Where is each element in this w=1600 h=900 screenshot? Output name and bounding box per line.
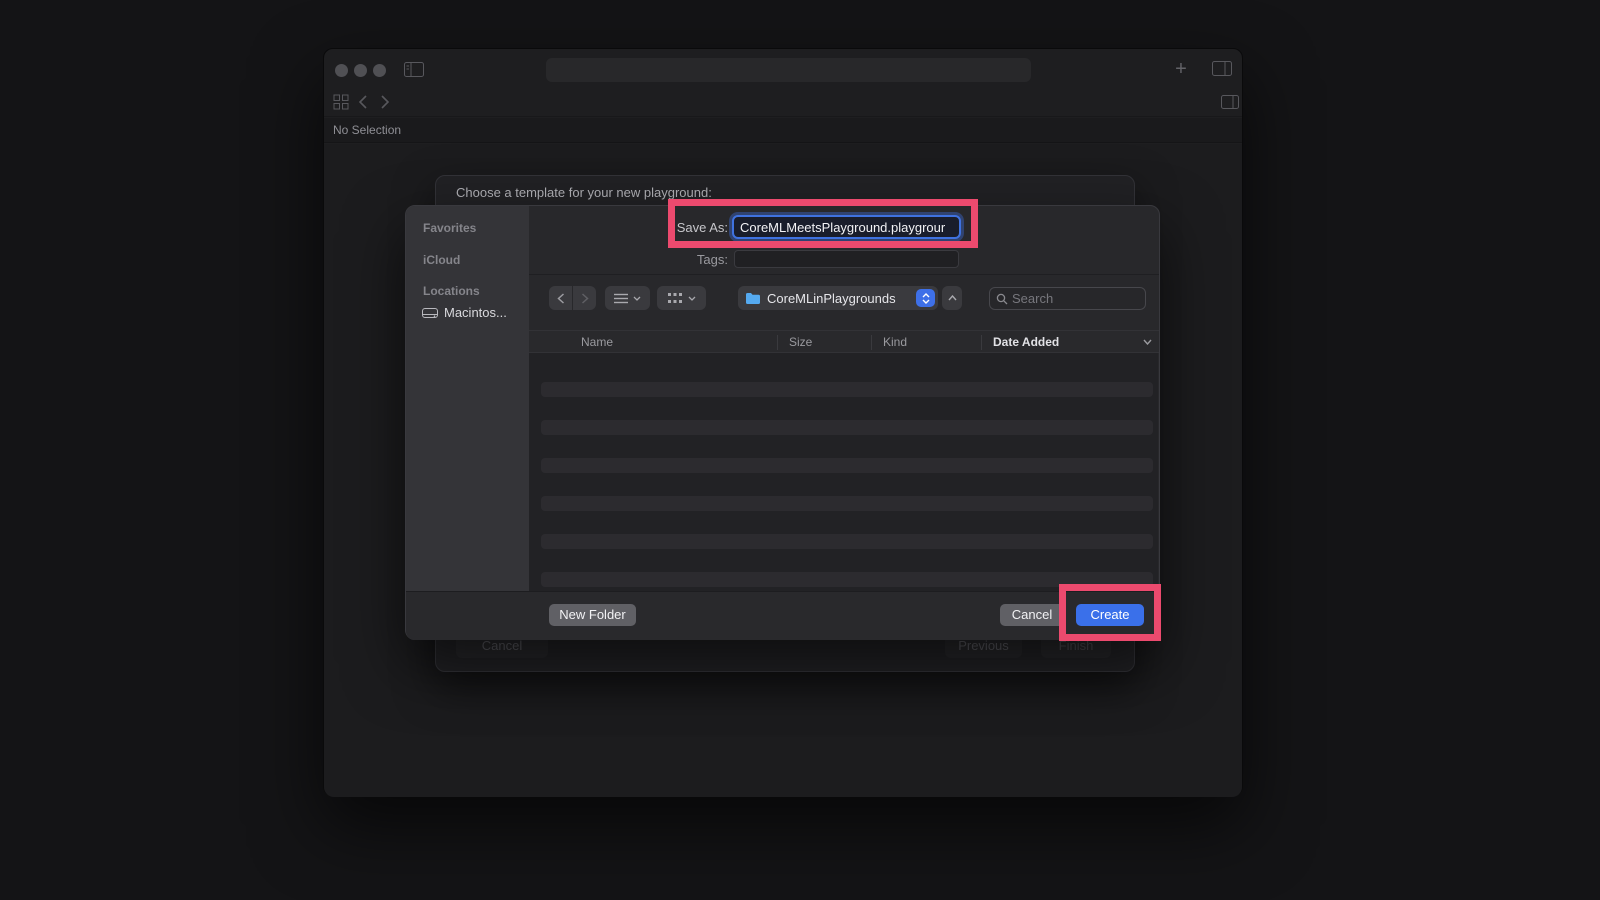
create-button[interactable]: Create: [1076, 604, 1144, 626]
search-icon: [996, 293, 1008, 305]
tags-input[interactable]: [734, 250, 959, 268]
sidebar-toggle-icon[interactable]: [404, 62, 424, 77]
forward-icon[interactable]: [380, 95, 390, 109]
folder-popup[interactable]: CoreMLinPlaygrounds: [738, 286, 938, 310]
list-row: [541, 458, 1153, 473]
forward-button[interactable]: [573, 286, 596, 310]
column-header-size[interactable]: Size: [789, 335, 812, 349]
close-button[interactable]: [335, 64, 348, 77]
list-view-button[interactable]: [605, 286, 650, 310]
inspector-toggle-icon[interactable]: [1221, 95, 1239, 109]
list-row: [541, 572, 1153, 587]
add-tab-icon[interactable]: +: [1172, 57, 1190, 81]
minimize-button[interactable]: [354, 64, 367, 77]
sheet-title: Choose a template for your new playgroun…: [456, 185, 712, 200]
folder-popup-label: CoreMLinPlaygrounds: [767, 290, 896, 306]
popup-stepper-icon: [916, 289, 935, 307]
title-bar: +: [324, 49, 1242, 89]
library-panel-icon[interactable]: [1212, 61, 1232, 76]
sort-chevron-icon[interactable]: [1143, 339, 1152, 345]
related-items-icon[interactable]: [333, 94, 349, 110]
cancel-button[interactable]: Cancel: [1000, 604, 1064, 626]
save-panel: Favorites iCloud Locations Macintos... S…: [405, 205, 1188, 640]
group-view-button[interactable]: [657, 286, 706, 310]
jump-bar: [324, 89, 1242, 117]
save-panel-footer: New Folder Cancel Create: [406, 591, 1159, 640]
save-as-input[interactable]: [732, 215, 961, 239]
column-header-kind[interactable]: Kind: [883, 335, 907, 349]
chevron-down-icon: [688, 296, 696, 301]
collapse-button[interactable]: [942, 286, 962, 310]
column-divider[interactable]: [981, 335, 982, 350]
group-view-icon: [667, 292, 683, 304]
sidebar-section-favorites: Favorites: [423, 221, 477, 235]
new-folder-button[interactable]: New Folder: [549, 604, 636, 626]
back-button[interactable]: [549, 286, 572, 310]
nav-buttons: [549, 286, 596, 310]
save-as-label: Save As:: [676, 220, 728, 235]
zoom-button[interactable]: [373, 64, 386, 77]
column-divider[interactable]: [871, 335, 872, 350]
column-header-name[interactable]: Name: [581, 335, 613, 349]
list-row: [541, 420, 1153, 435]
save-panel-sidebar: Favorites iCloud Locations Macintos...: [406, 206, 529, 639]
list-row: [541, 496, 1153, 511]
search-input[interactable]: [1012, 291, 1188, 306]
breadcrumb-bar: No Selection: [324, 118, 1242, 143]
list-row: [541, 382, 1153, 397]
file-list[interactable]: [529, 353, 1158, 591]
search-field[interactable]: [989, 287, 1188, 310]
back-icon[interactable]: [358, 95, 368, 109]
folder-icon: [745, 292, 761, 305]
sidebar-section-icloud: iCloud: [423, 253, 461, 267]
activity-view: [546, 58, 1031, 82]
hard-drive-icon: [422, 307, 438, 319]
list-row: [541, 534, 1153, 549]
chevron-down-icon: [633, 296, 641, 301]
list-header: Name Size Kind Date Added: [529, 330, 1159, 353]
column-divider[interactable]: [777, 335, 778, 350]
list-view-icon: [614, 293, 628, 304]
sidebar-section-locations: Locations: [423, 284, 480, 298]
breadcrumb: No Selection: [333, 123, 402, 137]
divider: [529, 274, 1159, 275]
sidebar-item-macintosh-hd[interactable]: Macintos...: [444, 305, 507, 320]
column-header-date-added[interactable]: Date Added: [993, 335, 1059, 349]
tags-label: Tags:: [696, 252, 728, 267]
